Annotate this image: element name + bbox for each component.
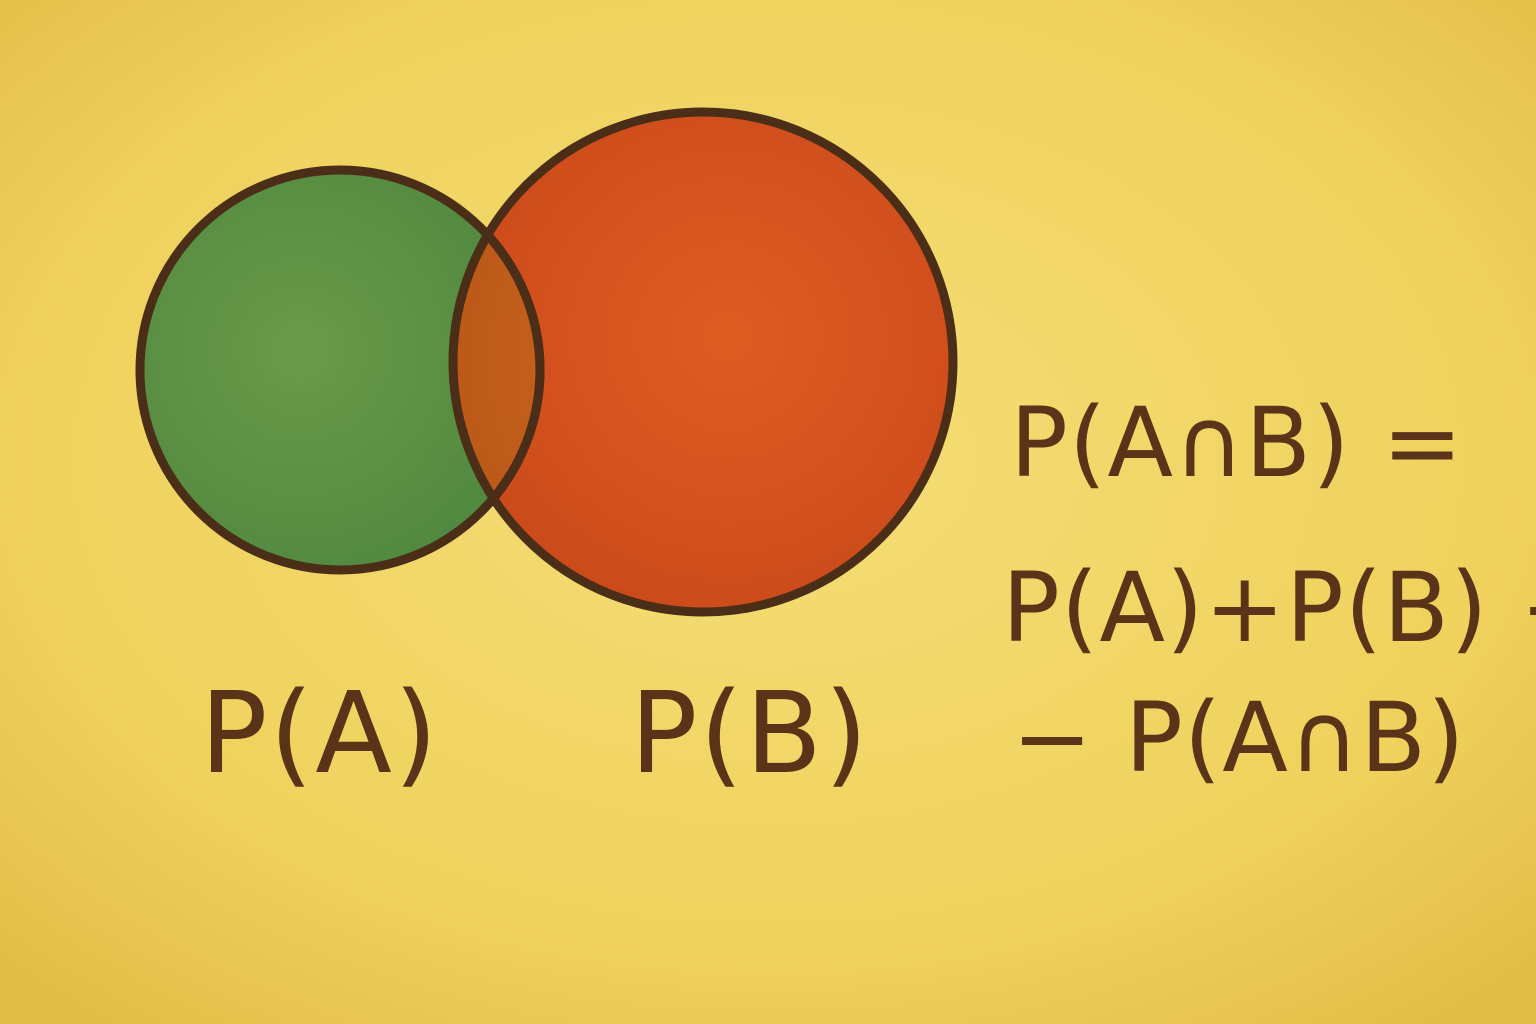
set-a-label: P(A) — [200, 669, 440, 799]
formula-line-3: − P(A∩B) — [1012, 682, 1466, 794]
set-b-label: P(B) — [630, 669, 870, 799]
formula-line-1: P(A∩B) = — [1010, 387, 1464, 499]
venn-canvas — [0, 0, 1536, 1024]
formula-line-2: P(A)+P(B) − — [1002, 552, 1536, 664]
